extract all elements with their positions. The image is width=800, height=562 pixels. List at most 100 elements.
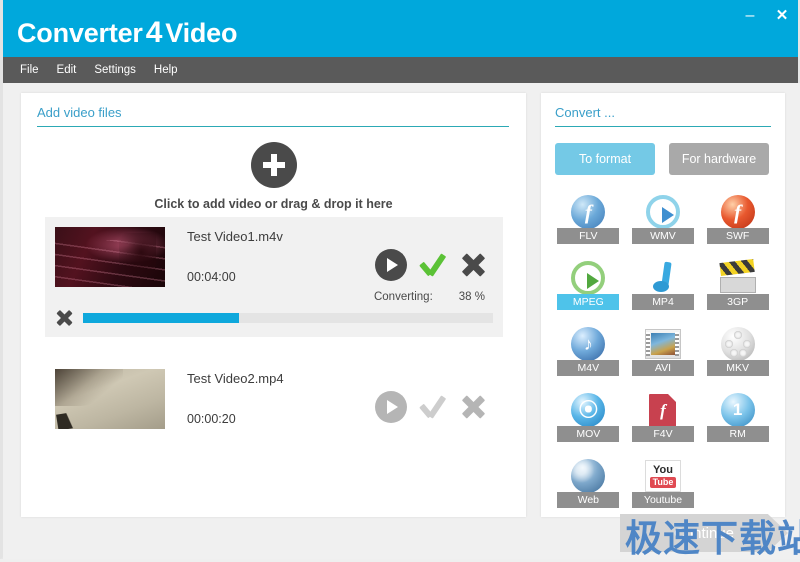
tab-to-format[interactable]: To format [555, 143, 655, 175]
file-info: Test Video1.m4v 00:04:00 [187, 227, 375, 284]
dropzone-hint: Click to add video or drag & drop it her… [154, 196, 393, 211]
format-label: WMV [631, 228, 694, 244]
file-duration: 00:04:00 [187, 270, 236, 284]
add-video-files-title: Add video files [37, 105, 122, 120]
file-actions [375, 227, 493, 281]
format-item-avi[interactable]: AVI [626, 325, 701, 383]
file-list: Test Video1.m4v 00:04:00 Converting: 38 … [45, 217, 503, 461]
format-grid: f FLV WMV f SWF MPEG MP4 3GP ♪ M4V AVI M… [551, 193, 775, 515]
format-item-m4v[interactable]: ♪ M4V [551, 325, 626, 383]
remove-icon[interactable] [459, 393, 487, 421]
music-note-glyph: ♪ [583, 334, 593, 354]
format-label: M4V [557, 360, 620, 376]
format-item-mov[interactable]: ⦿ MOV [551, 391, 626, 449]
menu-item-file[interactable]: File [11, 60, 48, 80]
add-video-files-header: Add video files [37, 105, 509, 127]
globe-icon [568, 457, 608, 495]
format-label: SWF [706, 228, 769, 244]
menu-item-help[interactable]: Help [145, 60, 187, 80]
main-content: Add video files Click to add video or dr… [3, 83, 800, 559]
close-icon[interactable]: ✕ [774, 8, 790, 24]
youtube-tube-text: Tube [649, 476, 677, 488]
app-title-part2: Video [165, 18, 238, 48]
application-window: Converter 4 Video – ✕ File Edit Settings H… [0, 0, 800, 559]
film-strip-icon [643, 325, 683, 363]
flash-glyph: f [584, 199, 592, 224]
m4v-icon: ♪ [568, 325, 608, 363]
plus-icon[interactable] [250, 141, 297, 188]
youtube-you-text: You [653, 463, 673, 476]
title-bar: Converter 4 Video – ✕ [3, 0, 798, 57]
mpeg-icon [568, 259, 608, 297]
convert-header: Convert ... [555, 105, 771, 127]
convert-title: Convert ... [555, 105, 615, 120]
file-name: Test Video1.m4v [187, 229, 283, 244]
format-label: 3GP [706, 294, 769, 310]
header-divider [37, 126, 509, 127]
format-item-3gp[interactable]: 3GP [700, 258, 775, 317]
mp4-icon [643, 259, 683, 297]
play-icon[interactable] [375, 391, 407, 423]
status-label: Converting: [373, 291, 433, 303]
app-title-part1: Converter [17, 18, 143, 48]
format-label: F4V [631, 426, 694, 442]
format-item-mpeg[interactable]: MPEG [551, 259, 626, 317]
progress-bar-fill [83, 313, 239, 323]
format-label: MPEG [557, 294, 620, 310]
tab-for-hardware[interactable]: For hardware [669, 143, 769, 175]
status-percent: 38 % [458, 291, 485, 303]
progress-bar [83, 313, 493, 323]
header-divider [555, 126, 771, 127]
film-reel-icon [718, 325, 758, 363]
quicktime-glyph: ⦿ [578, 399, 598, 421]
file-list-item[interactable]: Test Video2.mp4 00:00:20 [45, 359, 503, 439]
video-thumbnail [55, 369, 165, 429]
format-item-mp4[interactable]: MP4 [626, 259, 701, 317]
continue-button-wrap: Continue [620, 514, 796, 552]
minimize-icon[interactable]: – [742, 8, 758, 24]
format-label: RM [706, 426, 769, 442]
format-item-mkv[interactable]: MKV [700, 325, 775, 383]
format-item-f4v[interactable]: f F4V [626, 391, 701, 449]
convert-panel: Convert ... To format For hardware f FLV [541, 93, 785, 517]
check-icon[interactable] [419, 251, 447, 279]
video-thumbnail [55, 227, 165, 287]
format-item-web[interactable]: Web [551, 457, 626, 515]
f4v-icon: f [643, 391, 683, 429]
play-icon[interactable] [375, 249, 407, 281]
format-item-flv[interactable]: f FLV [551, 193, 626, 251]
mov-icon: ⦿ [568, 391, 608, 429]
format-label: AVI [631, 360, 694, 376]
format-label: MP4 [631, 294, 694, 310]
format-label: Youtube [631, 492, 694, 508]
menu-item-edit[interactable]: Edit [48, 60, 86, 80]
file-name: Test Video2.mp4 [187, 371, 284, 386]
app-title: Converter 4 Video [17, 16, 237, 50]
format-item-swf[interactable]: f SWF [700, 193, 775, 251]
file-duration: 00:00:20 [187, 412, 236, 426]
check-icon[interactable] [419, 393, 447, 421]
format-label: Web [557, 492, 620, 508]
window-controls: – ✕ [742, 8, 790, 24]
file-list-item[interactable]: Test Video1.m4v 00:04:00 Converting: 38 … [45, 217, 503, 337]
conversion-status: Converting: 38 % [55, 291, 493, 303]
file-row-main: Test Video2.mp4 00:00:20 [55, 369, 493, 429]
add-video-dropzone[interactable]: Click to add video or drag & drop it her… [21, 137, 526, 215]
menu-bar: File Edit Settings Help [3, 57, 798, 83]
format-item-youtube[interactable]: You Tube Youtube [626, 457, 701, 515]
continue-button[interactable]: Continue [620, 514, 788, 552]
file-actions [375, 369, 493, 423]
wmv-icon [643, 193, 683, 231]
youtube-icon: You Tube [643, 457, 683, 495]
rm-number-glyph: 1 [732, 400, 743, 419]
convert-mode-tabs: To format For hardware [555, 143, 769, 175]
remove-icon[interactable] [459, 251, 487, 279]
swf-icon: f [718, 193, 758, 231]
menu-item-settings[interactable]: Settings [85, 60, 145, 80]
clapperboard-icon [718, 258, 758, 297]
format-item-rm[interactable]: 1 RM [700, 391, 775, 449]
flash-glyph: f [734, 199, 742, 224]
cancel-conversion-icon[interactable] [55, 309, 73, 327]
format-label: MOV [557, 426, 620, 442]
format-item-wmv[interactable]: WMV [626, 193, 701, 251]
